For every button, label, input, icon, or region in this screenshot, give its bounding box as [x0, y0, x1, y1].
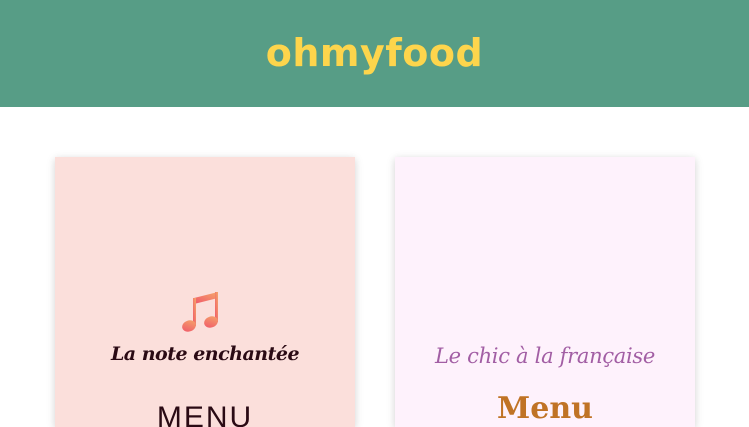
restaurant-card-chic-francaise[interactable]: Le chic à la française Menu [395, 157, 695, 427]
menu-button[interactable]: Menu [395, 391, 695, 426]
site-logo[interactable]: ohmyfood [266, 31, 483, 75]
restaurant-card-note-enchantee[interactable]: La note enchantée MENU [55, 157, 355, 427]
restaurant-name: La note enchantée [110, 343, 300, 365]
music-notes-icon [182, 292, 218, 332]
restaurant-name: Le chic à la française [434, 344, 656, 368]
menu-button[interactable]: MENU [55, 401, 355, 427]
site-header: ohmyfood [0, 0, 749, 107]
